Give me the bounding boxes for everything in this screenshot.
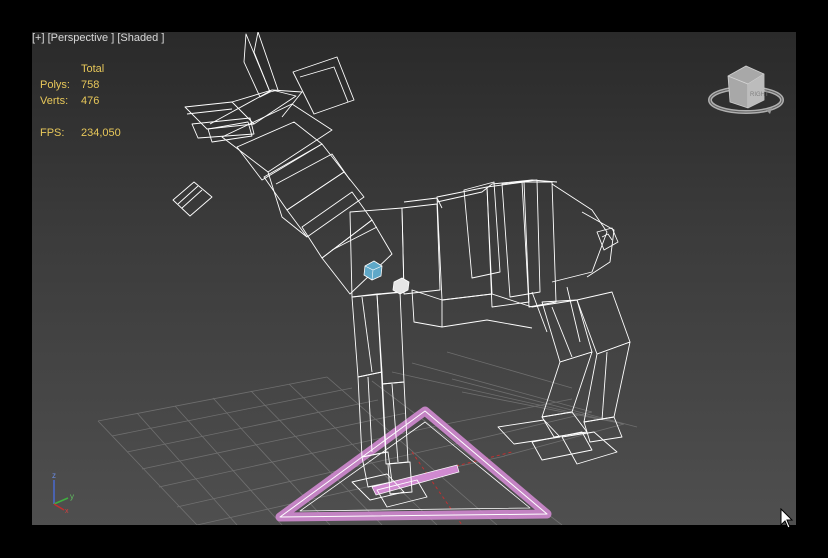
viewport-view-menu[interactable]: [Perspective ] (48, 32, 115, 44)
axis-y-label: y (70, 492, 74, 501)
verts-label: Verts: (40, 95, 69, 107)
helper-cube-white[interactable] (392, 277, 410, 295)
viewcube-widget[interactable]: RIGHT (706, 62, 786, 122)
polys-value: 758 (81, 79, 100, 91)
perspective-viewport[interactable]: [+] [Perspective ] [Shaded ] Total Polys… (32, 32, 796, 525)
viewport-shading-menu[interactable]: [Shaded ] (117, 32, 164, 44)
verts-value: 476 (81, 95, 100, 107)
fps-label: FPS: (40, 127, 65, 139)
deer-wireframe-rig[interactable] (172, 32, 631, 508)
ground-grid (97, 351, 638, 525)
viewport-plus-menu[interactable]: [+] (32, 32, 45, 44)
axis-x-label: x (65, 508, 69, 514)
viewport-label-menu: [+] [Perspective ] [Shaded ] (32, 32, 164, 44)
axis-z-label: z (52, 471, 56, 480)
axis-tripod: z y x (52, 471, 74, 514)
stats-header: Total (81, 63, 105, 75)
helper-cube-blue[interactable] (363, 260, 383, 281)
root-control-triangle[interactable] (275, 406, 552, 522)
viewcube-face-label: RIGHT (750, 92, 769, 98)
scene-canvas[interactable] (32, 32, 796, 525)
fps-value: 234,050 (81, 127, 121, 139)
mouse-cursor-icon (780, 508, 794, 529)
polys-label: Polys: (40, 79, 70, 91)
